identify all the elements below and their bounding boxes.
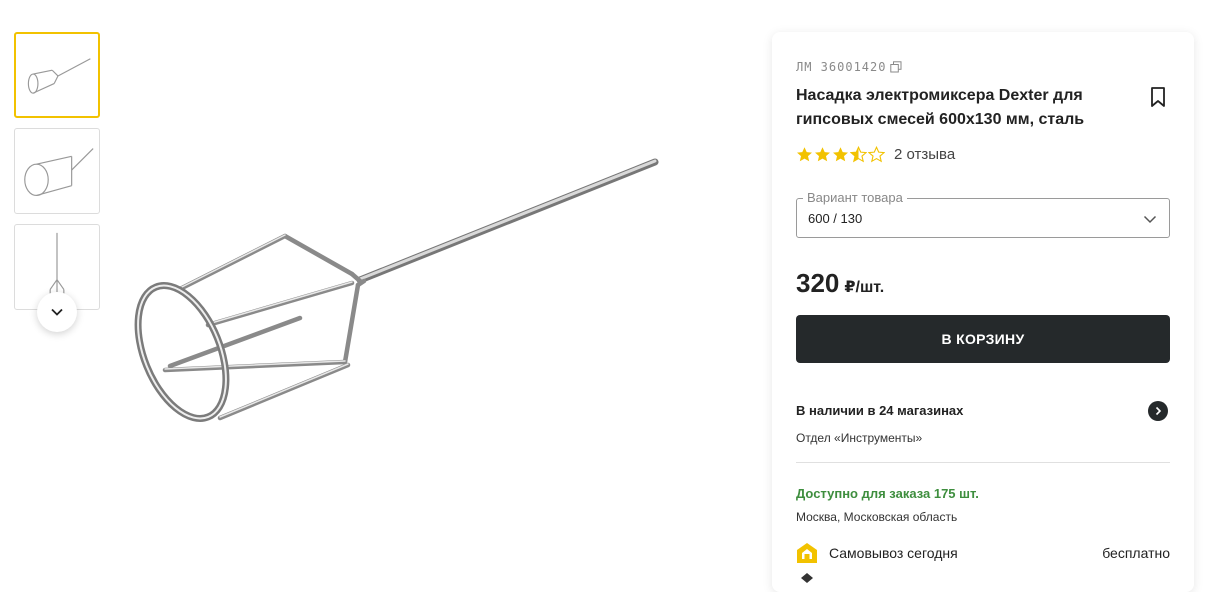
product-sku: ЛМ 36001420 [796,60,902,74]
star-full-icon [833,147,848,162]
variant-select[interactable]: Вариант товара 600 / 130 [796,190,1170,238]
chevron-right-icon [1155,406,1162,416]
bookmark-icon[interactable] [1148,86,1168,108]
mixer-thumbnail-image [27,58,91,94]
copy-icon[interactable] [890,61,902,73]
store-pickup-icon [797,543,817,563]
pickup-label: Самовывоз сегодня [829,545,958,561]
variant-value: 600 / 130 [808,211,863,226]
pickup-price: бесплатно [1102,545,1170,561]
star-empty-icon [868,146,885,163]
star-full-icon [815,147,830,162]
price-unit: ₽/шт. [844,279,885,296]
divider [796,462,1170,463]
sku-text: ЛМ 36001420 [796,60,887,74]
product-info-panel: ЛМ 36001420 Насадка электромиксера Dexte… [772,32,1194,592]
star-full-icon [797,147,812,162]
chevron-down-icon [51,308,63,316]
mixer-side-thumbnail-image [24,148,94,197]
add-to-cart-button[interactable]: В КОРЗИНУ [796,315,1170,363]
star-half-icon [850,146,867,163]
reviews-count[interactable]: 2 отзыва [894,146,955,163]
price-value: 320 [796,268,840,298]
thumbnails-scroll-down-button[interactable] [37,292,77,332]
variant-label: Вариант товара [803,190,907,205]
product-title: Насадка электромиксера Dexter для гипсов… [796,87,1085,128]
product-price: 320 ₽/шт. [796,268,884,299]
stock-details-button[interactable] [1148,401,1168,421]
order-availability: Доступно для заказа 175 шт. [796,486,979,501]
product-rating[interactable]: 2 отзыва [796,146,955,163]
chevron-down-icon [1143,215,1157,224]
product-main-image [120,140,680,440]
stock-availability[interactable]: В наличии в 24 магазинах [796,403,963,418]
stock-department: Отдел «Инструменты» [796,431,923,445]
delivery-icon [801,573,813,583]
thumbnail-1[interactable] [14,32,100,118]
rating-stars [796,146,885,163]
thumbnail-2[interactable] [14,128,100,214]
order-region: Москва, Московская область [796,510,958,524]
